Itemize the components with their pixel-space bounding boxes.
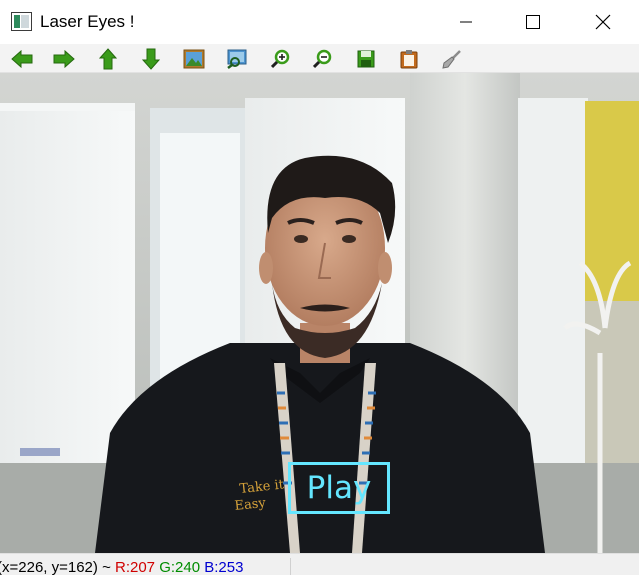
close-button[interactable] — [580, 0, 626, 44]
pixel-red-value: R:207 — [115, 559, 156, 575]
save-button[interactable] — [354, 47, 378, 71]
title-bar[interactable]: Laser Eyes ! — [0, 0, 639, 44]
zoom-in-icon — [271, 49, 290, 69]
minimize-icon — [460, 21, 472, 23]
minimize-button[interactable] — [443, 0, 489, 44]
status-separator — [290, 558, 291, 575]
play-button[interactable]: Play — [288, 462, 390, 514]
pan-down-button[interactable] — [139, 47, 163, 71]
zoom-out-button[interactable] — [311, 47, 335, 71]
copy-clipboard-button[interactable] — [397, 47, 421, 71]
zoom-original-button[interactable] — [182, 47, 206, 71]
window-title: Laser Eyes ! — [40, 12, 135, 31]
arrow-down-icon — [142, 48, 160, 70]
pan-left-button[interactable] — [10, 47, 34, 71]
maximize-icon — [526, 15, 540, 29]
arrow-left-icon — [11, 50, 33, 68]
pixel-green-value: G:240 — [159, 559, 201, 575]
maximize-button[interactable] — [510, 0, 556, 44]
app-icon — [11, 12, 32, 31]
pan-up-button[interactable] — [96, 47, 120, 71]
zoom-window-icon — [227, 49, 247, 69]
clipboard-icon — [400, 50, 418, 69]
arrow-right-icon — [53, 50, 75, 68]
video-frame[interactable]: Take it Easy Play — [0, 73, 639, 553]
pixel-blue-value: B:253 — [204, 559, 244, 575]
status-readout: (x=226, y=162) ~ R:207 G:240 B:253 — [0, 559, 243, 575]
cursor-coordinates: (x=226, y=162) ~ — [0, 559, 111, 575]
save-icon — [357, 50, 375, 68]
zoom-out-icon — [313, 49, 332, 69]
play-button-label: Play — [306, 470, 372, 506]
status-bar: (x=226, y=162) ~ R:207 G:240 B:253 — [0, 553, 639, 575]
toolbar — [0, 44, 639, 73]
properties-button[interactable] — [440, 47, 464, 71]
arrow-up-icon — [99, 48, 117, 70]
app-window: Laser Eyes ! Take it Easy Play (x=226, y… — [0, 0, 639, 575]
zoom-fit-button[interactable] — [225, 47, 249, 71]
image-icon — [183, 49, 205, 69]
properties-brush-icon — [442, 50, 461, 69]
zoom-in-button[interactable] — [269, 47, 293, 71]
close-icon — [595, 14, 611, 30]
pan-right-button[interactable] — [52, 47, 76, 71]
